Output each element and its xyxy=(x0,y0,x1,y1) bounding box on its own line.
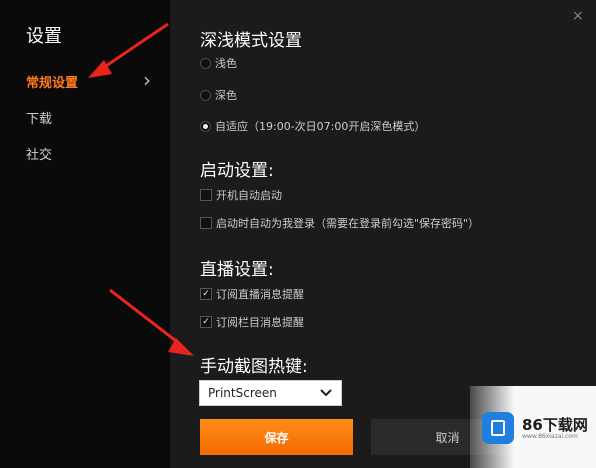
startup-option-autostart[interactable]: 开机自动启动 xyxy=(200,187,282,203)
startup-option-autologin[interactable]: 启动时自动为我登录（需要在登录前勾选"保存密码"） xyxy=(200,215,479,231)
autologin-checkbox[interactable] xyxy=(200,217,212,229)
startup-section-title: 启动设置: xyxy=(200,161,274,181)
watermark-logo xyxy=(482,412,514,444)
live-section-title: 直播设置: xyxy=(200,260,274,280)
watermark-url: www.86xiazai.com xyxy=(522,433,578,440)
watermark-name: 86下载网 xyxy=(522,416,588,434)
hotkey-select[interactable]: PrintScreen xyxy=(199,380,342,406)
theme-option-light[interactable]: 浅色 xyxy=(200,55,237,71)
radio-auto[interactable] xyxy=(200,120,211,132)
live-notify-checkbox[interactable]: ✓ xyxy=(200,288,212,300)
chevron-down-icon xyxy=(320,389,332,397)
autostart-checkbox[interactable] xyxy=(200,189,212,201)
startup-option-label: 启动时自动为我登录（需要在登录前勾选"保存密码"） xyxy=(216,217,480,230)
startup-option-label: 开机自动启动 xyxy=(216,189,282,202)
sidebar-item-general[interactable]: 常规设置 xyxy=(26,72,78,91)
chevron-right-icon: › xyxy=(143,68,151,92)
live-option-column-notify[interactable]: ✓ 订阅栏目消息提醒 xyxy=(200,314,304,330)
radio-dark[interactable] xyxy=(200,89,211,101)
save-button[interactable]: 保存 xyxy=(200,419,353,455)
live-option-label: 订阅直播消息提醒 xyxy=(216,288,304,301)
sidebar-item-download[interactable]: 下载 xyxy=(26,108,52,127)
radio-light[interactable] xyxy=(200,57,211,69)
theme-option-label: 自适应（19:00-次日07:00开启深色模式） xyxy=(215,120,426,133)
sidebar-item-social[interactable]: 社交 xyxy=(26,144,52,163)
theme-option-label: 浅色 xyxy=(215,57,237,70)
theme-option-dark[interactable]: 深色 xyxy=(200,87,237,103)
live-option-live-notify[interactable]: ✓ 订阅直播消息提醒 xyxy=(200,286,304,302)
live-option-label: 订阅栏目消息提醒 xyxy=(216,316,304,329)
hotkey-section-title: 手动截图热键: xyxy=(200,357,308,377)
sidebar-title: 设置 xyxy=(26,26,62,47)
theme-option-auto[interactable]: 自适应（19:00-次日07:00开启深色模式） xyxy=(200,118,425,134)
theme-option-label: 深色 xyxy=(215,89,237,102)
hotkey-select-value: PrintScreen xyxy=(208,386,277,400)
column-notify-checkbox[interactable]: ✓ xyxy=(200,316,212,328)
theme-section-title: 深浅模式设置 xyxy=(200,31,302,51)
close-icon[interactable]: × xyxy=(572,8,584,24)
